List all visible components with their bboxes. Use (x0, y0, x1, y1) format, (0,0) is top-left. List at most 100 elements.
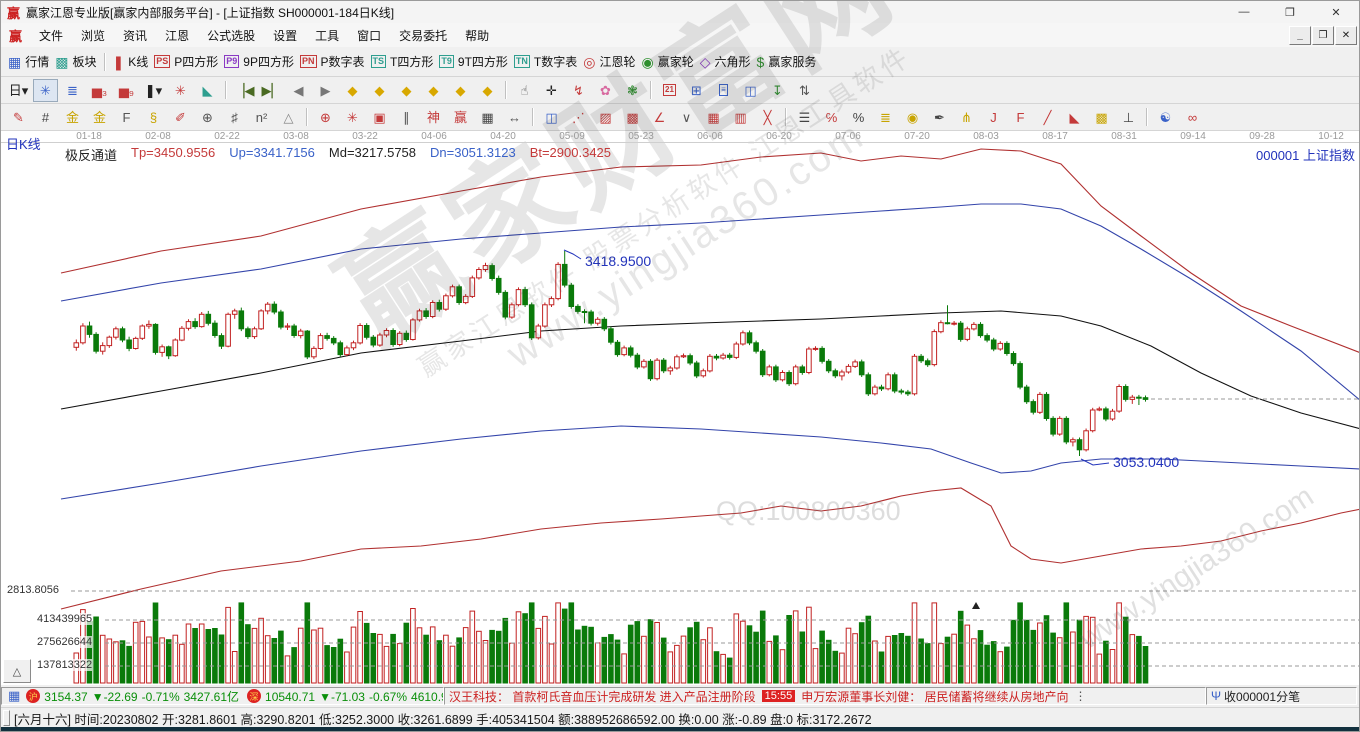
gann-target-button[interactable]: ⊕ (313, 106, 338, 129)
menu-文件[interactable]: 文件 (30, 23, 72, 47)
child-minimize-button[interactable]: _ (1289, 26, 1311, 45)
toolbar-winner-wheel-button[interactable]: ◉赢家轮 (641, 53, 693, 70)
knot-tool-button[interactable]: ❃ (620, 79, 645, 102)
minimize-button[interactable]: — (1221, 2, 1267, 23)
cross-lines-button[interactable]: ╳ (755, 106, 780, 129)
golden-box-button[interactable]: 金 (87, 106, 112, 129)
n-square-button[interactable]: n² (249, 106, 274, 129)
gann-circle-button[interactable]: ⊕ (195, 106, 220, 129)
go-first-button[interactable]: ▕◀ (232, 79, 257, 102)
ma-9-button[interactable]: ▅₉ (114, 79, 139, 102)
box-net-button[interactable]: ▩ (620, 106, 645, 129)
news-item-1[interactable]: 汉王科技： 首款柯氏音血压计完成研发 进入产品注册阶段 (449, 688, 756, 705)
menu-交易委托[interactable]: 交易委托 (390, 23, 456, 47)
menu-公式选股[interactable]: 公式选股 (198, 23, 264, 47)
red-grid-button[interactable]: ▦ (701, 106, 726, 129)
gann-wheel-small-button[interactable]: ✳ (340, 106, 365, 129)
menu-资讯[interactable]: 资讯 (114, 23, 156, 47)
brush-tool-button[interactable]: ✎ (6, 106, 31, 129)
golden-levels-button[interactable]: ≣ (873, 106, 898, 129)
download-data-button[interactable]: ↧ (765, 79, 790, 102)
fibonacci-grid-button[interactable]: F (114, 106, 139, 129)
go-next-button[interactable]: ▶ (313, 79, 338, 102)
toolbar-gann-wheel-button[interactable]: ◎江恩轮 (583, 53, 635, 70)
news-ticker[interactable]: 汉王科技： 首款柯氏音血压计完成研发 进入产品注册阶段 15:55 申万宏源董事… (444, 687, 1206, 705)
zoom-compress-x-button[interactable]: ◆ (421, 79, 446, 102)
gann-fan-gold-button[interactable]: ⋔ (954, 106, 979, 129)
grid-lines-button[interactable]: ♯ (222, 106, 247, 129)
flower-tool-button[interactable]: ✿ (593, 79, 618, 102)
pitchfork-button[interactable]: ∥ (394, 106, 419, 129)
hand-tool-button[interactable]: ☝ (512, 79, 537, 102)
period-day-dropdown-button[interactable]: 日▾ (6, 79, 31, 102)
j-line-button[interactable]: J (981, 106, 1006, 129)
v-lines-button[interactable]: ∨ (674, 106, 699, 129)
box-diagonal-button[interactable]: ▨ (593, 106, 618, 129)
chart-area[interactable]: 3418.9500 3053.0400 赢家财富网 赢家江恩软件 股票分析软件 … (1, 131, 1360, 685)
quote-grid-icon[interactable]: ▦ (8, 688, 20, 704)
remote-update-button[interactable]: ⇅ (792, 79, 817, 102)
zoom-expand-y-button[interactable]: ◆ (448, 79, 473, 102)
menu-工具[interactable]: 工具 (306, 23, 348, 47)
toolbar-9t-square-button[interactable]: T99T四方形 (439, 53, 508, 70)
calendar-button[interactable]: 21 (657, 79, 682, 102)
restore-button[interactable]: ❐ (1267, 2, 1313, 23)
color-mountain-button[interactable]: ◣ (195, 79, 220, 102)
zoom-expand-x-button[interactable]: ◆ (394, 79, 419, 102)
menu-帮助[interactable]: 帮助 (456, 23, 498, 47)
zoom-shift-right-button[interactable]: ◆ (367, 79, 392, 102)
percent-care-of-button[interactable]: ℅ (819, 106, 844, 129)
child-close-button[interactable]: ✕ (1335, 26, 1357, 45)
child-restore-button[interactable]: ❐ (1312, 26, 1334, 45)
notepad-button[interactable]: ≡ (711, 79, 736, 102)
percent-button[interactable]: % (846, 106, 871, 129)
angle-lines-button[interactable]: ∠ (647, 106, 672, 129)
kline-chart-mode-button[interactable]: ✳ (33, 79, 58, 102)
kline-chart[interactable]: 3418.9500 3053.0400 (1, 131, 1360, 685)
radiating-lines-button[interactable]: ⋰ (566, 106, 591, 129)
ma-3-button[interactable]: ▅₃ (87, 79, 112, 102)
speed-resistance-button[interactable]: ◣ (1062, 106, 1087, 129)
coordinates-button[interactable]: ⊥ (1116, 106, 1141, 129)
measure-grid-button[interactable]: ▦ (475, 106, 500, 129)
f-line-button[interactable]: F (1008, 106, 1033, 129)
gann-box-red-button[interactable]: ▣ (367, 106, 392, 129)
speed-line-button[interactable]: ╱ (1035, 106, 1060, 129)
shen-tool-button[interactable]: 神 (421, 106, 446, 129)
f10-info-button[interactable]: ≣ (60, 79, 85, 102)
statusbar-grip[interactable] (3, 710, 10, 726)
menu-窗口[interactable]: 窗口 (348, 23, 390, 47)
pen-tool-button[interactable]: ✒ (927, 106, 952, 129)
close-button[interactable]: ✕ (1313, 2, 1359, 23)
infinity-button[interactable]: ∞ (1180, 106, 1205, 129)
toolbar-9p-square-button[interactable]: P99P四方形 (224, 53, 294, 70)
menu-江恩[interactable]: 江恩 (156, 23, 198, 47)
toolbar-winner-service-button[interactable]: $赢家服务 (757, 53, 817, 70)
red-grid-2-button[interactable]: ▥ (728, 106, 753, 129)
go-prev-button[interactable]: ◀ (286, 79, 311, 102)
golden-background-button[interactable]: ▩ (1089, 106, 1114, 129)
toolbar-quotes-button[interactable]: ▦行情 (8, 53, 49, 70)
red-brush-button[interactable]: ✐ (168, 106, 193, 129)
volume-pane-expand-button[interactable]: △ (3, 659, 31, 683)
blue-rect-tool-button[interactable]: ◫ (539, 106, 564, 129)
cursor-wave-tool-button[interactable]: ↯ (566, 79, 591, 102)
ying-tool-button[interactable]: 赢 (448, 106, 473, 129)
news-item-2[interactable]: 申万宏源董事长刘健： 居民储蓄将继续从房地产向 (801, 688, 1068, 705)
taiji-button[interactable]: ☯ (1153, 106, 1178, 129)
crosshair-tool-button[interactable]: ✛ (539, 79, 564, 102)
gann-net-button[interactable]: ✳ (168, 79, 193, 102)
candle-style-dropdown-button[interactable]: ❚▾ (141, 79, 166, 102)
toolbar-p-square-button[interactable]: PSP四方形 (154, 53, 218, 70)
gann-grid-button[interactable]: # (33, 106, 58, 129)
toolbar-p-number-table-button[interactable]: PNP数字表 (300, 53, 365, 70)
golden-circle-button[interactable]: ◉ (900, 106, 925, 129)
scale-ruler-button[interactable]: ☰ (792, 106, 817, 129)
zoom-shift-left-button[interactable]: ◆ (340, 79, 365, 102)
toolbar-kline-button[interactable]: ❚K线 (113, 53, 149, 70)
go-last-button[interactable]: ▶▏ (259, 79, 284, 102)
angle-ruler-button[interactable]: △ (276, 106, 301, 129)
toolbar-t-square-button[interactable]: TST四方形 (371, 53, 434, 70)
width-measure-button[interactable]: ↔ (502, 106, 527, 129)
menu-设置[interactable]: 设置 (264, 23, 306, 47)
